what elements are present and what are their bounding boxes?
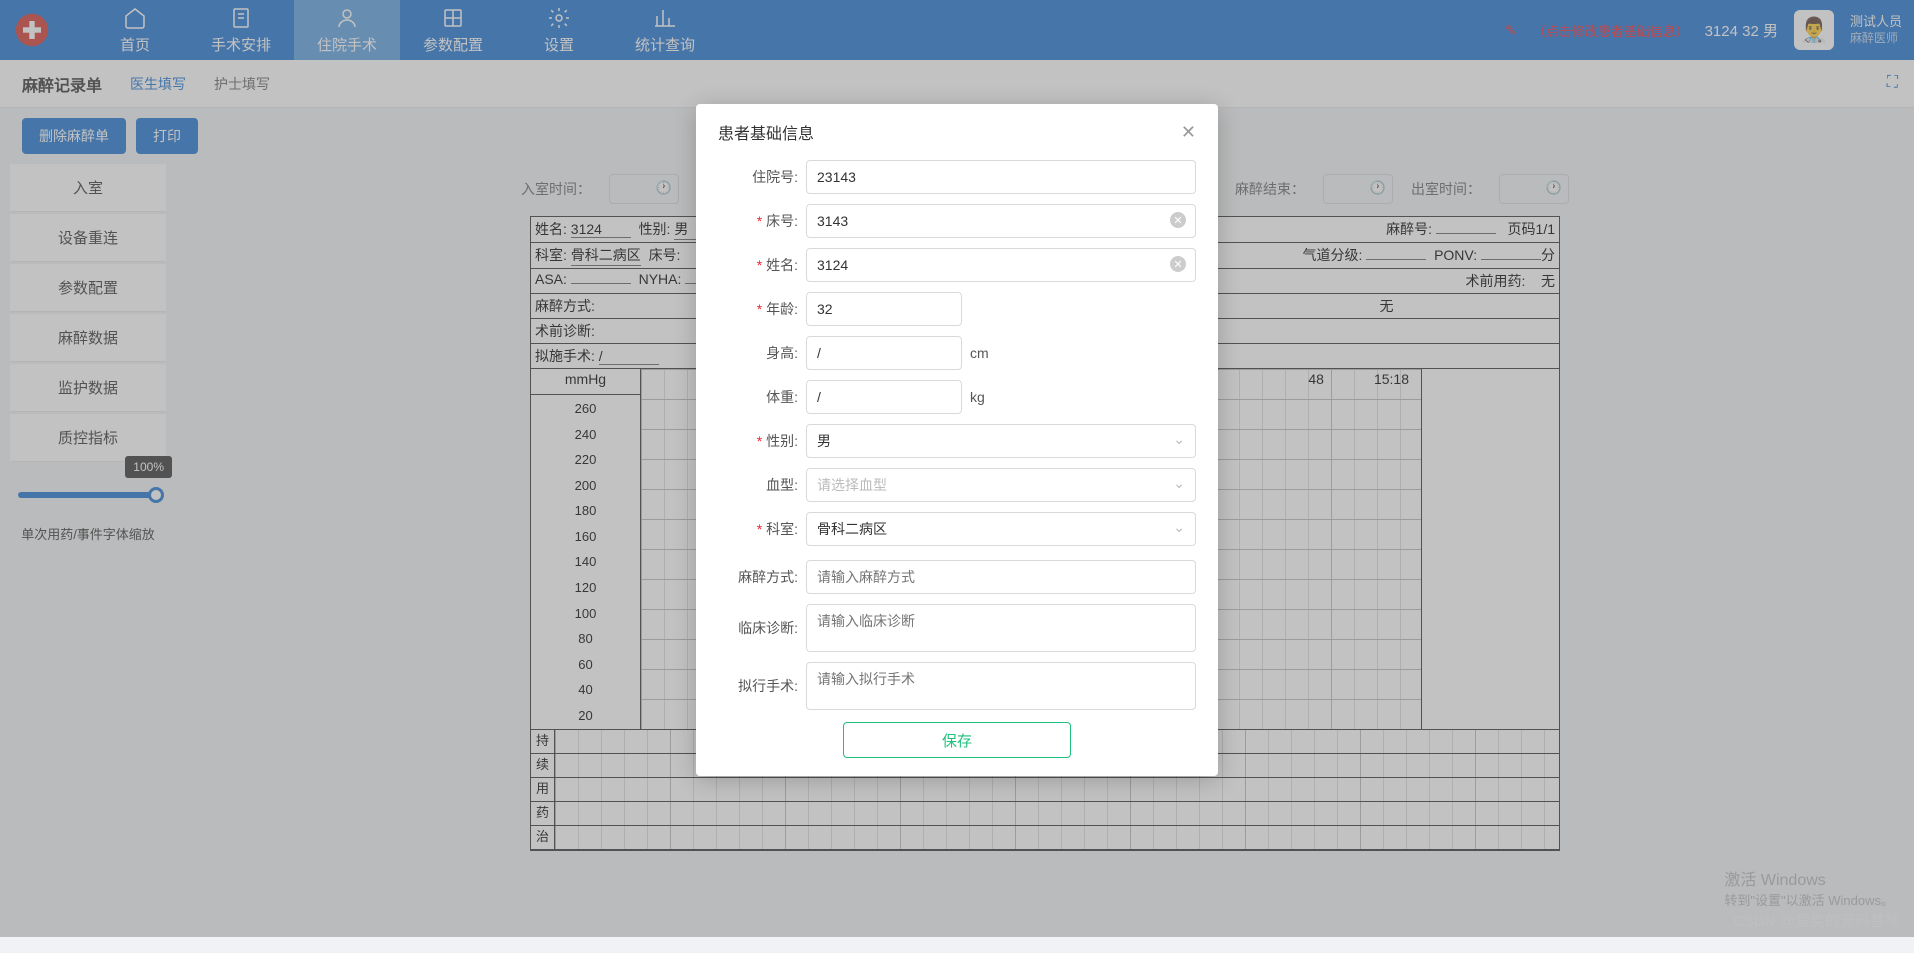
bed-input[interactable] [806,204,1196,238]
save-button[interactable]: 保存 [843,722,1071,758]
clear-icon[interactable]: ✕ [1170,212,1186,228]
anesmethod-input[interactable] [806,560,1196,594]
sex-select[interactable]: 男 [806,424,1196,458]
hospno-label: 住院号: [718,167,806,187]
weight-label: 体重: [718,387,806,407]
win-title: 激活 Windows [1724,866,1894,890]
clear-icon[interactable]: ✕ [1170,256,1186,272]
age-label: 年龄: [718,299,806,319]
clinicaldx-label: 临床诊断: [718,618,806,638]
name-input[interactable] [806,248,1196,282]
blood-placeholder: 请选择血型 [817,477,887,493]
age-input[interactable] [806,292,962,326]
sex-value: 男 [817,433,831,449]
bed-label: 床号: [718,211,806,231]
windows-activate-watermark: 激活 Windows 转到"设置"以激活 Windows。 [1724,866,1894,909]
plannedop-label: 拟行手术: [718,676,806,696]
weight-input[interactable] [806,380,962,414]
blood-select[interactable]: 请选择血型 [806,468,1196,502]
csdn-watermark: CSDN @爱笑的源码基地 [1733,910,1900,931]
sex-label: 性别: [718,431,806,451]
win-sub: 转到"设置"以激活 Windows。 [1724,890,1894,909]
height-input[interactable] [806,336,962,370]
height-unit: cm [970,345,989,361]
modal-header: 患者基础信息 ✕ [696,104,1218,156]
dept-label: 科室: [718,519,806,539]
hospno-input[interactable] [806,160,1196,194]
modal-body: 住院号: 床号: ✕ 姓名: ✕ 年龄: 身高: cm 体重: kg 性别: 男 血型: 请… [696,156,1218,776]
height-label: 身高: [718,343,806,363]
dept-select[interactable]: 骨科二病区 [806,512,1196,546]
dept-value: 骨科二病区 [817,521,887,537]
name-label: 姓名: [718,255,806,275]
blood-label: 血型: [718,475,806,495]
patient-info-modal: 患者基础信息 ✕ 住院号: 床号: ✕ 姓名: ✕ 年龄: 身高: cm 体重: kg … [696,104,1218,776]
modal-title: 患者基础信息 [718,120,814,144]
plannedop-textarea[interactable] [806,662,1196,710]
anesmethod-label: 麻醉方式: [718,567,806,587]
close-icon[interactable]: ✕ [1181,122,1196,143]
clinicaldx-textarea[interactable] [806,604,1196,652]
weight-unit: kg [970,389,985,405]
